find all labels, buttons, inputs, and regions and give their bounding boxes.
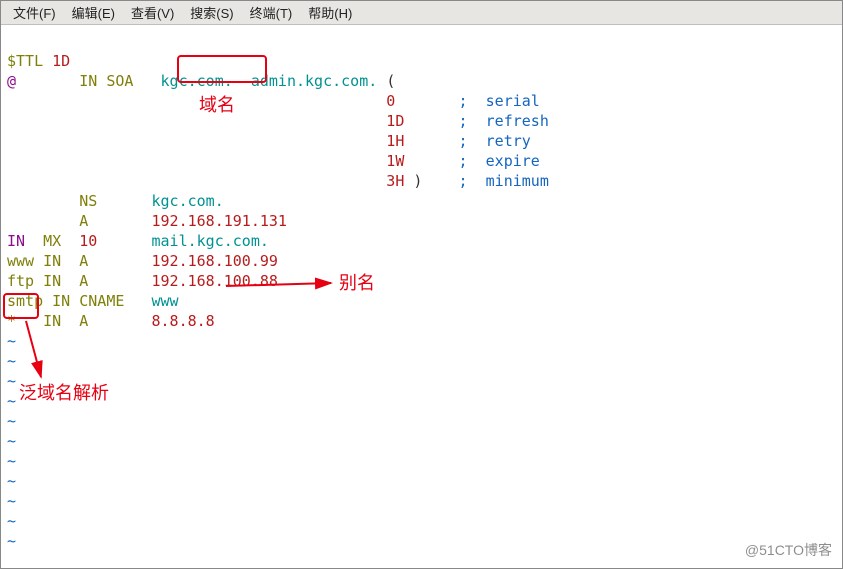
primary-ns: kgc.com. bbox=[161, 72, 233, 90]
semi-0: ; bbox=[459, 92, 468, 110]
semi-3: ; bbox=[459, 152, 468, 170]
ttl-directive: $TTL bbox=[7, 52, 43, 70]
rec-mx-prio: 10 bbox=[79, 232, 97, 250]
origin-at: @ bbox=[7, 72, 16, 90]
rec-www-val: 192.168.100.99 bbox=[152, 252, 278, 270]
admin-mail: admin.kgc.com. bbox=[251, 72, 377, 90]
tilde-line: ~ bbox=[7, 532, 16, 550]
tilde-line: ~ bbox=[7, 332, 16, 350]
rec-mx-class: MX bbox=[43, 232, 61, 250]
tilde-line: ~ bbox=[7, 392, 16, 410]
soa-serial-comment: serial bbox=[486, 92, 540, 110]
rec-smtp-name: smtp bbox=[7, 292, 43, 310]
rec-www-class: IN bbox=[43, 252, 61, 270]
tilde-line: ~ bbox=[7, 432, 16, 450]
menu-search[interactable]: 搜索(S) bbox=[182, 1, 241, 24]
soa-refresh-val: 1D bbox=[386, 112, 404, 130]
tilde-line: ~ bbox=[7, 372, 16, 390]
semi-1: ; bbox=[459, 112, 468, 130]
rec-wild-class: IN bbox=[43, 312, 61, 330]
tilde-line: ~ bbox=[7, 512, 16, 530]
class-in: IN bbox=[79, 72, 97, 90]
menu-edit[interactable]: 编辑(E) bbox=[64, 1, 123, 24]
soa-minimum-val: 3H bbox=[386, 172, 404, 190]
rec-mx-val: mail.kgc.com. bbox=[152, 232, 269, 250]
tilde-line: ~ bbox=[7, 472, 16, 490]
soa-type: SOA bbox=[106, 72, 133, 90]
soa-serial-val: 0 bbox=[386, 92, 395, 110]
rec-smtp-val: www bbox=[152, 292, 179, 310]
semi-4: ; bbox=[459, 172, 468, 190]
soa-refresh-comment: refresh bbox=[486, 112, 549, 130]
soa-retry-val: 1H bbox=[386, 132, 404, 150]
menu-terminal[interactable]: 终端(T) bbox=[242, 1, 301, 24]
soa-retry-comment: retry bbox=[486, 132, 531, 150]
ttl-value: 1D bbox=[52, 52, 70, 70]
soa-minimum-comment: minimum bbox=[486, 172, 549, 190]
tilde-line: ~ bbox=[7, 352, 16, 370]
semi-2: ; bbox=[459, 132, 468, 150]
menu-view[interactable]: 查看(V) bbox=[123, 1, 182, 24]
tilde-line: ~ bbox=[7, 412, 16, 430]
rec-wild-val: 8.8.8.8 bbox=[152, 312, 215, 330]
paren-close: ) bbox=[413, 172, 422, 190]
rec-ftp-type: A bbox=[79, 272, 88, 290]
menubar: 文件(F) 编辑(E) 查看(V) 搜索(S) 终端(T) 帮助(H) bbox=[1, 1, 842, 25]
rec-wild-type: A bbox=[79, 312, 88, 330]
rec-www-type: A bbox=[79, 252, 88, 270]
rec-ftp-class: IN bbox=[43, 272, 61, 290]
tilde-line: ~ bbox=[7, 452, 16, 470]
rec-smtp-type: CNAME bbox=[79, 292, 124, 310]
soa-expire-val: 1W bbox=[386, 152, 404, 170]
editor-area[interactable]: $TTL 1D @ IN SOA kgc.com. admin.kgc.com.… bbox=[1, 25, 842, 557]
rec-www-name: www bbox=[7, 252, 34, 270]
rec-mx-name: IN bbox=[7, 232, 25, 250]
rec-smtp-class: IN bbox=[52, 292, 70, 310]
rec-wild-name: * bbox=[7, 312, 16, 330]
menu-file[interactable]: 文件(F) bbox=[5, 1, 64, 24]
watermark: @51CTO博客 bbox=[745, 540, 832, 560]
rec-ftp-name: ftp bbox=[7, 272, 34, 290]
tilde-line: ~ bbox=[7, 492, 16, 510]
menu-help[interactable]: 帮助(H) bbox=[300, 1, 360, 24]
soa-expire-comment: expire bbox=[486, 152, 540, 170]
rec-a-root-type: A bbox=[79, 212, 88, 230]
rec-a-root-val: 192.168.191.131 bbox=[152, 212, 287, 230]
rec-ftp-val: 192.168.100.88 bbox=[152, 272, 278, 290]
rec-ns-val: kgc.com. bbox=[152, 192, 224, 210]
rec-ns-type: NS bbox=[79, 192, 97, 210]
paren-open: ( bbox=[386, 72, 395, 90]
